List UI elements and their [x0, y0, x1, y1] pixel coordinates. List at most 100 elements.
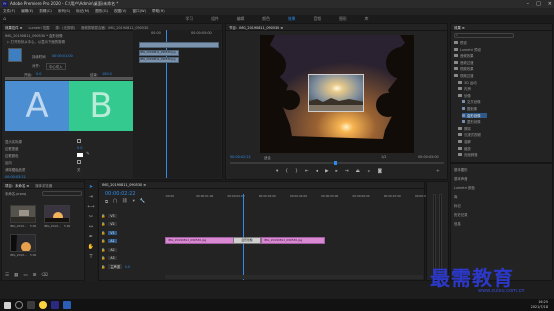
eyedropper-icon[interactable]: ✎	[86, 152, 90, 157]
menu-view[interactable]: 视图(V)	[114, 9, 126, 14]
panel-markers[interactable]: 标记	[454, 203, 461, 208]
start-slider[interactable]	[5, 77, 69, 80]
effects-tree-item[interactable]: Lumetri 预设	[454, 47, 481, 52]
track-header[interactable]: 🔒 V3	[101, 212, 163, 219]
new-item-icon[interactable]: ⊞	[33, 273, 37, 278]
tab-media-browser[interactable]: 媒体浏览器	[35, 183, 52, 188]
menu-graphics[interactable]: 图形(G)	[95, 9, 108, 14]
play-icon[interactable]: ▶	[325, 169, 328, 177]
border-color-swatch[interactable]	[77, 153, 83, 157]
new-bin-icon[interactable]: ▭	[23, 273, 27, 278]
icon-view-icon[interactable]: ▦	[14, 273, 18, 278]
track-header[interactable]: 🔒 V1	[101, 229, 163, 236]
effects-tree-item[interactable]: 3D 运动	[458, 80, 477, 85]
lock-icon[interactable]: 🔒	[101, 265, 105, 269]
effects-tree-item[interactable]: 视频效果	[454, 66, 474, 71]
timeline-timecode[interactable]: 00:00:02:22	[105, 191, 136, 197]
program-timecode[interactable]: 00:00:02:22	[230, 155, 251, 159]
tab-source[interactable]: 源：(无剪辑)	[55, 25, 75, 30]
project-thumb-3[interactable]	[10, 234, 36, 252]
effects-tree-item[interactable]: 沉浸式视频	[458, 132, 481, 137]
master-volume-value[interactable]: 0.0	[125, 265, 130, 269]
mini-clip-b[interactable]: IMG_20190811_090530.jpg	[139, 57, 179, 63]
menu-file[interactable]: 文件(F)	[3, 9, 15, 14]
effects-search-input[interactable]: ⌕	[454, 33, 514, 38]
word-icon[interactable]	[63, 301, 71, 309]
lift-icon[interactable]: ⏏	[356, 169, 360, 177]
panel-info[interactable]: 信息	[454, 221, 461, 226]
duration-value[interactable]: 00:00:01:00	[52, 54, 73, 58]
home-icon[interactable]: ⌂	[3, 16, 6, 22]
timeline-ruler[interactable]: :00:00 00:00:01:00 00:00:02:00 00:00:03:00 0…	[165, 194, 432, 204]
track-name[interactable]: A2	[108, 247, 117, 252]
effects-tree-item[interactable]: 溶解	[458, 139, 471, 144]
tab-effects[interactable]: 效果 ≡	[454, 25, 465, 30]
start-icon[interactable]	[4, 301, 11, 309]
workspace-audio[interactable]: 音频	[313, 16, 321, 22]
selection-tool-icon[interactable]: ➤	[87, 183, 95, 191]
track-header[interactable]: 🔒 A2	[101, 246, 163, 253]
delete-icon[interactable]: ⌫	[41, 273, 47, 278]
hand-tool-icon[interactable]: ✋	[87, 243, 95, 251]
track-name[interactable]: V2	[108, 222, 117, 226]
track-header[interactable]: 🔒 A3	[101, 255, 163, 262]
track-select-tool-icon[interactable]: ⇥	[87, 193, 95, 201]
menu-edit[interactable]: 编辑(E)	[21, 9, 33, 14]
type-tool-icon[interactable]: T	[87, 253, 95, 261]
menu-help[interactable]: 帮助(H)	[152, 9, 165, 14]
nest-icon[interactable]: ⧉	[105, 199, 108, 205]
lock-icon[interactable]: 🔒	[101, 214, 105, 218]
border-width-value[interactable]: 0.0	[77, 146, 82, 150]
timeline-transition[interactable]: 盒形划像	[233, 237, 261, 244]
mark-in-icon[interactable]: {	[285, 169, 288, 177]
extract-icon[interactable]: ⌅	[367, 169, 371, 177]
track-header[interactable]: 🔒 主声道 0.0	[101, 263, 163, 270]
resolution-select[interactable]: 1/2	[381, 155, 386, 159]
ripple-edit-tool-icon[interactable]: ⟷	[87, 203, 95, 211]
panel-history[interactable]: 历史记录	[454, 212, 468, 217]
track-name[interactable]: V1	[108, 230, 117, 235]
reverse-checkbox[interactable]	[77, 160, 81, 164]
mini-transition-bar[interactable]	[139, 42, 219, 48]
track-name[interactable]: 主声道	[108, 264, 122, 269]
go-to-in-icon[interactable]: ⇤	[305, 169, 309, 177]
tab-audio-mixer[interactable]: 音频剪辑混合器：IMG_20190811_090530	[81, 25, 148, 30]
effects-tree-item[interactable]: 缩放	[458, 146, 471, 151]
mini-clip-a[interactable]: IMG_20190811_090530.jpg	[139, 50, 179, 56]
razor-tool-icon[interactable]: ✂	[87, 213, 95, 221]
effects-tree-item[interactable]: 交叉划像	[462, 99, 481, 104]
track-name[interactable]: A3	[108, 256, 117, 260]
panel-libraries[interactable]: 库	[454, 194, 457, 199]
track-name[interactable]: V3	[108, 213, 117, 218]
lock-icon[interactable]: 🔒	[101, 256, 105, 260]
premiere-taskbar-icon[interactable]	[51, 301, 59, 309]
effects-tree-item[interactable]: 预设	[454, 40, 467, 45]
end-value[interactable]: 100.0	[102, 72, 112, 76]
tab-effect-controls[interactable]: 效果控件 ≡	[5, 25, 22, 30]
effects-tree-item[interactable]: 圆划像	[462, 106, 477, 111]
search-icon[interactable]	[15, 301, 23, 309]
effects-tree-item[interactable]: 音频过渡	[454, 60, 474, 65]
slip-tool-icon[interactable]: ↔	[87, 223, 95, 231]
menu-marker[interactable]: 标记(M)	[76, 9, 89, 14]
antialias-select[interactable]: 关	[77, 167, 80, 172]
program-scrubber[interactable]	[230, 162, 444, 164]
marker-icon[interactable]: ▾	[276, 169, 278, 177]
step-forward-icon[interactable]: ▸	[336, 169, 338, 177]
transition-preview[interactable]	[8, 48, 22, 62]
workspace-editing[interactable]: 编辑	[237, 16, 245, 22]
linked-selection-icon[interactable]: ⛓	[122, 199, 128, 205]
effects-tree-item[interactable]: 盒形划像	[462, 112, 487, 118]
project-thumb-2[interactable]	[44, 205, 70, 223]
panel-essential-graphics[interactable]: 基本图形	[454, 167, 468, 172]
project-search-input[interactable]	[42, 191, 82, 196]
workspace-graphics[interactable]: 图形	[339, 16, 347, 22]
lock-icon[interactable]: 🔒	[101, 231, 105, 235]
effects-tree-item[interactable]: 菱形划像	[462, 119, 481, 124]
show-actual-sources-checkbox[interactable]	[77, 139, 81, 143]
add-button-icon[interactable]: +	[436, 169, 440, 174]
workspace-learn[interactable]: 学习	[186, 16, 194, 22]
start-value[interactable]: 0.0	[36, 72, 41, 76]
track-name[interactable]: A1	[108, 239, 117, 243]
chrome-icon[interactable]	[39, 301, 47, 309]
